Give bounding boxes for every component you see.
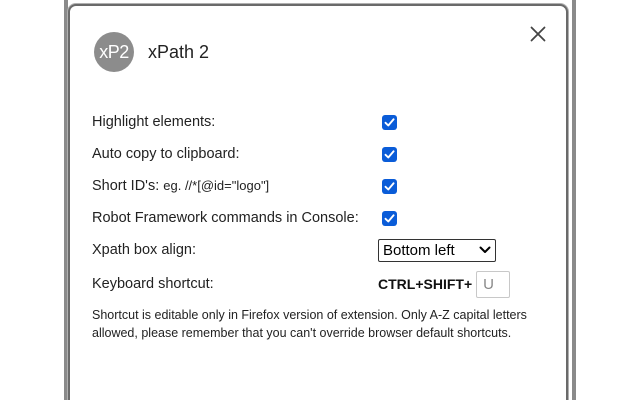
right-edge	[572, 0, 576, 400]
shortcut-prefix: CTRL+SHIFT+	[378, 276, 473, 292]
setting-short-ids: Short ID's: eg. //*[@id="logo"]	[92, 170, 532, 202]
setting-highlight-elements: Highlight elements:	[92, 106, 532, 138]
check-icon	[384, 117, 395, 126]
app-title: xPath 2	[148, 41, 210, 62]
setting-label: Auto copy to clipboard:	[92, 146, 240, 162]
check-icon	[384, 213, 395, 222]
settings-list: Highlight elements: Auto copy to clipboa…	[92, 106, 532, 302]
settings-dialog: xP2 xPath 2 Highlight elements: Auto cop…	[68, 4, 568, 400]
check-icon	[384, 181, 395, 190]
setting-label: Short ID's: eg. //*[@id="logo"]	[92, 178, 532, 194]
dialog-header: xP2 xPath 2	[94, 32, 209, 72]
chevron-down-icon	[479, 246, 491, 253]
setting-xpath-box-align: Xpath box align: Bottom left	[92, 234, 532, 266]
short-ids-label: Short ID's:	[92, 178, 160, 194]
app-logo-text: xP2	[99, 41, 129, 62]
setting-label: Highlight elements:	[92, 114, 216, 130]
app-logo: xP2	[94, 32, 134, 72]
shortcut-note: Shortcut is editable only in Firefox ver…	[92, 308, 527, 340]
close-button[interactable]	[526, 22, 550, 46]
setting-keyboard-shortcut: Keyboard shortcut: CTRL+SHIFT+ U	[92, 266, 532, 302]
short-ids-checkbox[interactable]	[382, 178, 397, 194]
shortcut-key-value: U	[483, 275, 494, 293]
check-icon	[384, 149, 395, 158]
auto-copy-checkbox[interactable]	[382, 146, 397, 162]
robot-framework-checkbox[interactable]	[382, 210, 397, 226]
xpath-align-select[interactable]: Bottom left	[378, 238, 496, 262]
xpath-align-value: Bottom left	[383, 241, 455, 259]
short-ids-hint: eg. //*[@id="logo"]	[163, 178, 270, 193]
shortcut-combo: CTRL+SHIFT+ U	[378, 270, 511, 298]
highlight-elements-checkbox[interactable]	[382, 114, 397, 130]
setting-auto-copy: Auto copy to clipboard:	[92, 138, 532, 170]
close-icon	[530, 26, 546, 42]
shortcut-key-input[interactable]: U	[476, 270, 511, 298]
setting-robot-framework: Robot Framework commands in Console:	[92, 202, 532, 234]
setting-label: Robot Framework commands in Console:	[92, 210, 359, 226]
